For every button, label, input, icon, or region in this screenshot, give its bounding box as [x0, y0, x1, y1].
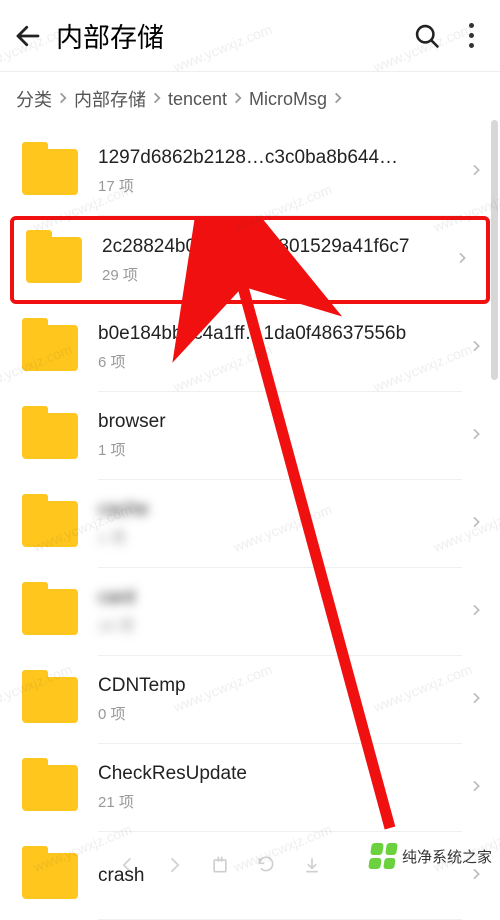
folder-icon [22, 413, 78, 459]
folder-name: 2c28824b0935ab…5801529a41f6c7 [102, 236, 412, 258]
search-icon[interactable] [413, 22, 441, 50]
folder-row[interactable]: 2c28824b0935ab…5801529a41f6c7 29 项 [10, 216, 490, 304]
folder-row[interactable]: browser 1 项 [0, 392, 500, 480]
chevron-right-icon [468, 426, 484, 447]
folder-name: CheckResUpdate [98, 763, 408, 785]
folder-sub: 1 项 [98, 439, 462, 460]
folder-name: card [98, 587, 408, 609]
brand-name: 纯净系统之家 [402, 846, 492, 867]
folder-icon [26, 237, 82, 283]
chevron-right-icon [231, 89, 245, 110]
chevron-right-icon [331, 89, 345, 110]
folder-sub: 0 项 [98, 703, 462, 724]
folder-row[interactable]: cache 1 项 [0, 480, 500, 568]
folder-sub: 29 项 [102, 264, 448, 285]
toolbar-ghost [118, 855, 322, 875]
chevron-right-icon [468, 514, 484, 535]
folder-sub: 10 项 [98, 615, 462, 636]
folder-sub: 1 项 [98, 527, 462, 548]
breadcrumb-item[interactable]: 分类 [16, 86, 52, 112]
folder-body: browser 1 项 [98, 392, 462, 480]
folder-body: 1297d6862b2128…c3c0ba8b644d72 17 项 [98, 128, 462, 216]
chevron-right-icon [56, 89, 70, 110]
folder-row[interactable]: CDNTemp 0 项 [0, 656, 500, 744]
folder-sub: 21 项 [98, 791, 462, 812]
chevron-right-icon [468, 602, 484, 623]
folder-sub: 6 项 [98, 351, 462, 372]
scrollbar[interactable] [491, 120, 498, 380]
folder-row[interactable]: card 10 项 [0, 568, 500, 656]
folder-icon [22, 677, 78, 723]
chevron-right-icon [468, 778, 484, 799]
chevron-right-icon [454, 250, 470, 271]
page-title: 内部存储 [56, 16, 413, 55]
chevron-right-icon [468, 690, 484, 711]
folder-body: card 10 项 [98, 568, 462, 656]
folder-icon [22, 853, 78, 899]
folder-row[interactable]: b0e184bbdc4a1ff…1da0f48637556b 6 项 [0, 304, 500, 392]
folder-body: cache 1 项 [98, 480, 462, 568]
chevron-right-icon [150, 89, 164, 110]
menu-button[interactable] [465, 19, 478, 52]
folder-icon [22, 149, 78, 195]
folder-body: 2c28824b0935ab…5801529a41f6c7 29 项 [102, 220, 448, 300]
breadcrumb: 分类 内部存储 tencent MicroMsg [0, 72, 500, 128]
folder-icon [22, 589, 78, 635]
chevron-right-icon [468, 162, 484, 183]
folder-body: CDNTemp 0 项 [98, 656, 462, 744]
app-header: 内部存储 [0, 0, 500, 72]
folder-sub: 17 项 [98, 175, 462, 196]
folder-row[interactable]: CheckResUpdate 21 项 [0, 744, 500, 832]
folder-name: cache [98, 499, 408, 521]
folder-row[interactable]: 1297d6862b2128…c3c0ba8b644d72 17 项 [0, 128, 500, 216]
folder-list: 1297d6862b2128…c3c0ba8b644d72 17 项 2c28824… [0, 128, 500, 920]
folder-icon [22, 325, 78, 371]
chevron-right-icon [468, 338, 484, 359]
back-button[interactable] [12, 20, 44, 52]
folder-name: b0e184bbdc4a1ff…1da0f48637556b [98, 323, 408, 345]
brand-logo: 纯净系统之家 [370, 843, 492, 869]
folder-body: CheckResUpdate 21 项 [98, 744, 462, 832]
breadcrumb-item[interactable]: tencent [168, 89, 227, 110]
folder-name: 1297d6862b2128…c3c0ba8b644d72 [98, 147, 408, 169]
folder-name: CDNTemp [98, 675, 408, 697]
folder-body: b0e184bbdc4a1ff…1da0f48637556b 6 项 [98, 304, 462, 392]
folder-icon [22, 501, 78, 547]
folder-name: browser [98, 411, 408, 433]
breadcrumb-item[interactable]: 内部存储 [74, 86, 146, 112]
folder-icon [22, 765, 78, 811]
logo-icon [368, 843, 398, 869]
breadcrumb-item[interactable]: MicroMsg [249, 89, 327, 110]
